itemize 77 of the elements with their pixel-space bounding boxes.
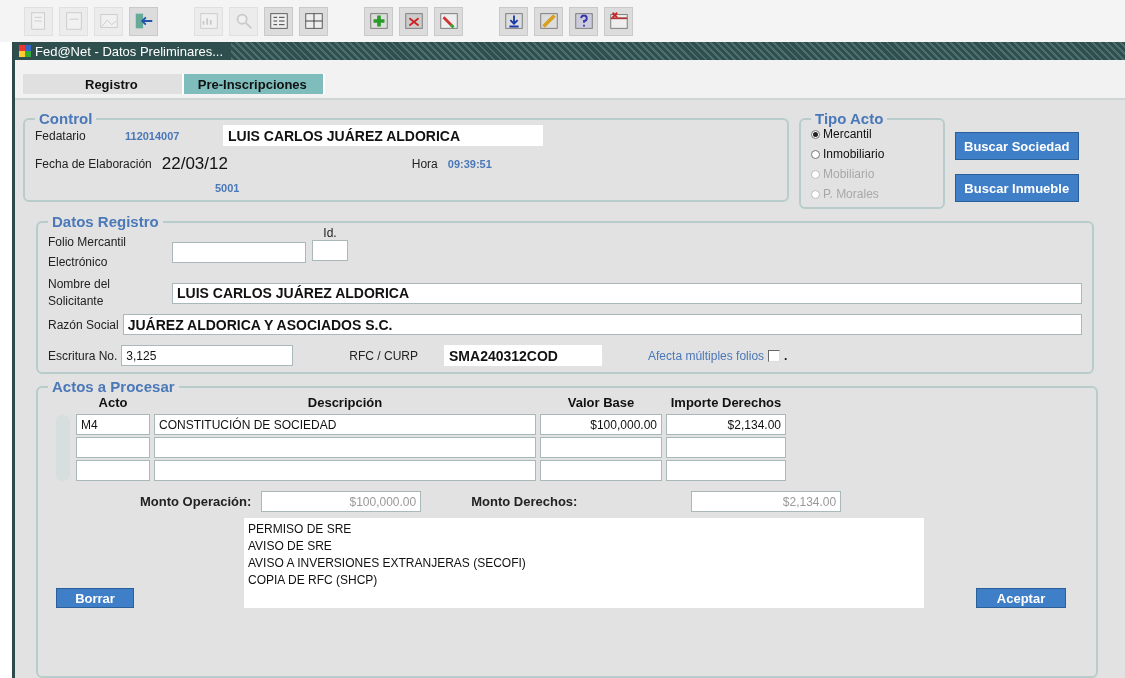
help-icon [572, 10, 595, 32]
section-title: Actos a Procesar [51, 378, 176, 395]
table-cell[interactable] [666, 437, 786, 458]
window-title: Fed@Net - Datos Preliminares... [15, 42, 232, 60]
search-button[interactable]: Buscar Sociedad [955, 132, 1079, 160]
field-label: Folio Mercantil Electrónico [48, 234, 128, 271]
list-item[interactable]: PERMISO DE SRE [248, 522, 920, 536]
input-field[interactable]: LUIS CARLOS JUÁREZ ALDORICA [172, 282, 1082, 304]
table-cell[interactable]: $100,000.00 [540, 414, 662, 435]
section-title: Control [38, 110, 94, 127]
date-value: 22/03/12 [161, 154, 229, 174]
toolbar-button[interactable] [569, 6, 598, 36]
field-label: Fecha de Elaboración [35, 157, 152, 171]
pencil-icon [537, 10, 560, 32]
input-field[interactable] [312, 239, 348, 261]
toolbar-button[interactable] [604, 6, 633, 36]
radio-option[interactable]: Mercantil [811, 127, 933, 141]
column-header: Valor Base [566, 395, 636, 412]
chart-icon [197, 10, 220, 32]
table-cell[interactable] [666, 460, 786, 481]
radio-option[interactable]: Inmobiliario [811, 147, 933, 161]
table-cell[interactable]: M4 [76, 414, 150, 435]
delete-icon [402, 10, 425, 32]
input-field[interactable]: LUIS CARLOS JUÁREZ ALDORICA [223, 125, 543, 146]
table-cell[interactable] [76, 437, 150, 458]
download-icon [502, 10, 525, 32]
table-cell[interactable] [540, 437, 662, 458]
toolbar-button[interactable] [499, 6, 528, 36]
column-header: Descripción [306, 395, 384, 412]
field-label: Escritura No. [48, 348, 118, 363]
field-label: Monto Derechos: [471, 494, 579, 509]
field-label: RFC / CURP [349, 348, 419, 363]
field-label: Nombre del Solicitante [48, 276, 112, 310]
fedatario-id: 112014007 [125, 129, 181, 142]
search-button[interactable]: Buscar Inmueble [955, 174, 1079, 202]
field-label: Fedatario [35, 128, 87, 143]
field-label: Monto Operación: [140, 494, 252, 509]
code-value: 5001 [215, 182, 240, 194]
input-field[interactable] [172, 241, 306, 263]
delete-button[interactable]: Borrar [56, 588, 134, 608]
toolbar-button[interactable] [399, 6, 428, 36]
accept-button[interactable]: Aceptar [976, 588, 1066, 608]
input-field[interactable]: SMA240312COD [444, 345, 603, 366]
list-item[interactable]: COPIA DE RFC (SHCP) [248, 573, 920, 587]
field-label: Razón Social [48, 317, 119, 332]
column-header: Importe Derechos [669, 395, 783, 412]
period-mark: . [784, 348, 788, 363]
input-field[interactable]: 3,125 [121, 345, 294, 366]
plus-icon [367, 10, 390, 32]
toolbar-button[interactable] [299, 6, 328, 36]
input-field[interactable]: JUÁREZ ALDORICA Y ASOCIADOS S.C. [122, 314, 1082, 335]
tab[interactable]: Registro [23, 74, 184, 94]
list-item[interactable]: AVISO A INVERSIONES EXTRANJERAS (SECOFI) [248, 556, 920, 570]
tab[interactable]: Pre-Inscripciones [183, 74, 325, 94]
list-item[interactable]: AVISO DE SRE [248, 539, 920, 553]
section-title: Tipo Acto [814, 110, 885, 127]
toolbar-button[interactable] [264, 6, 293, 36]
column-header: Acto [97, 395, 129, 412]
time-value: 09:39:51 [447, 158, 492, 170]
grid-icon [302, 10, 325, 32]
toolbar-button[interactable] [434, 6, 463, 36]
table-cell[interactable] [154, 460, 536, 481]
toolbar-button[interactable] [364, 6, 393, 36]
table-cell[interactable]: $2,134.00 [666, 414, 786, 435]
table-cell[interactable]: CONSTITUCIÓN DE SOCIEDAD [154, 414, 536, 435]
field-label: Id. [323, 225, 337, 240]
section-title: Datos Registro [51, 213, 160, 230]
table-cell[interactable] [540, 460, 662, 481]
app-icon [19, 45, 31, 57]
table-cell[interactable] [76, 460, 150, 481]
table-cell[interactable] [154, 437, 536, 458]
list-icon [267, 10, 290, 32]
toolbar-button[interactable] [129, 6, 158, 36]
pencil-icon [437, 10, 460, 32]
checkbox[interactable] [768, 349, 781, 362]
field-label: Hora [411, 157, 438, 171]
option-label: Afecta múltiples folios [648, 348, 765, 363]
